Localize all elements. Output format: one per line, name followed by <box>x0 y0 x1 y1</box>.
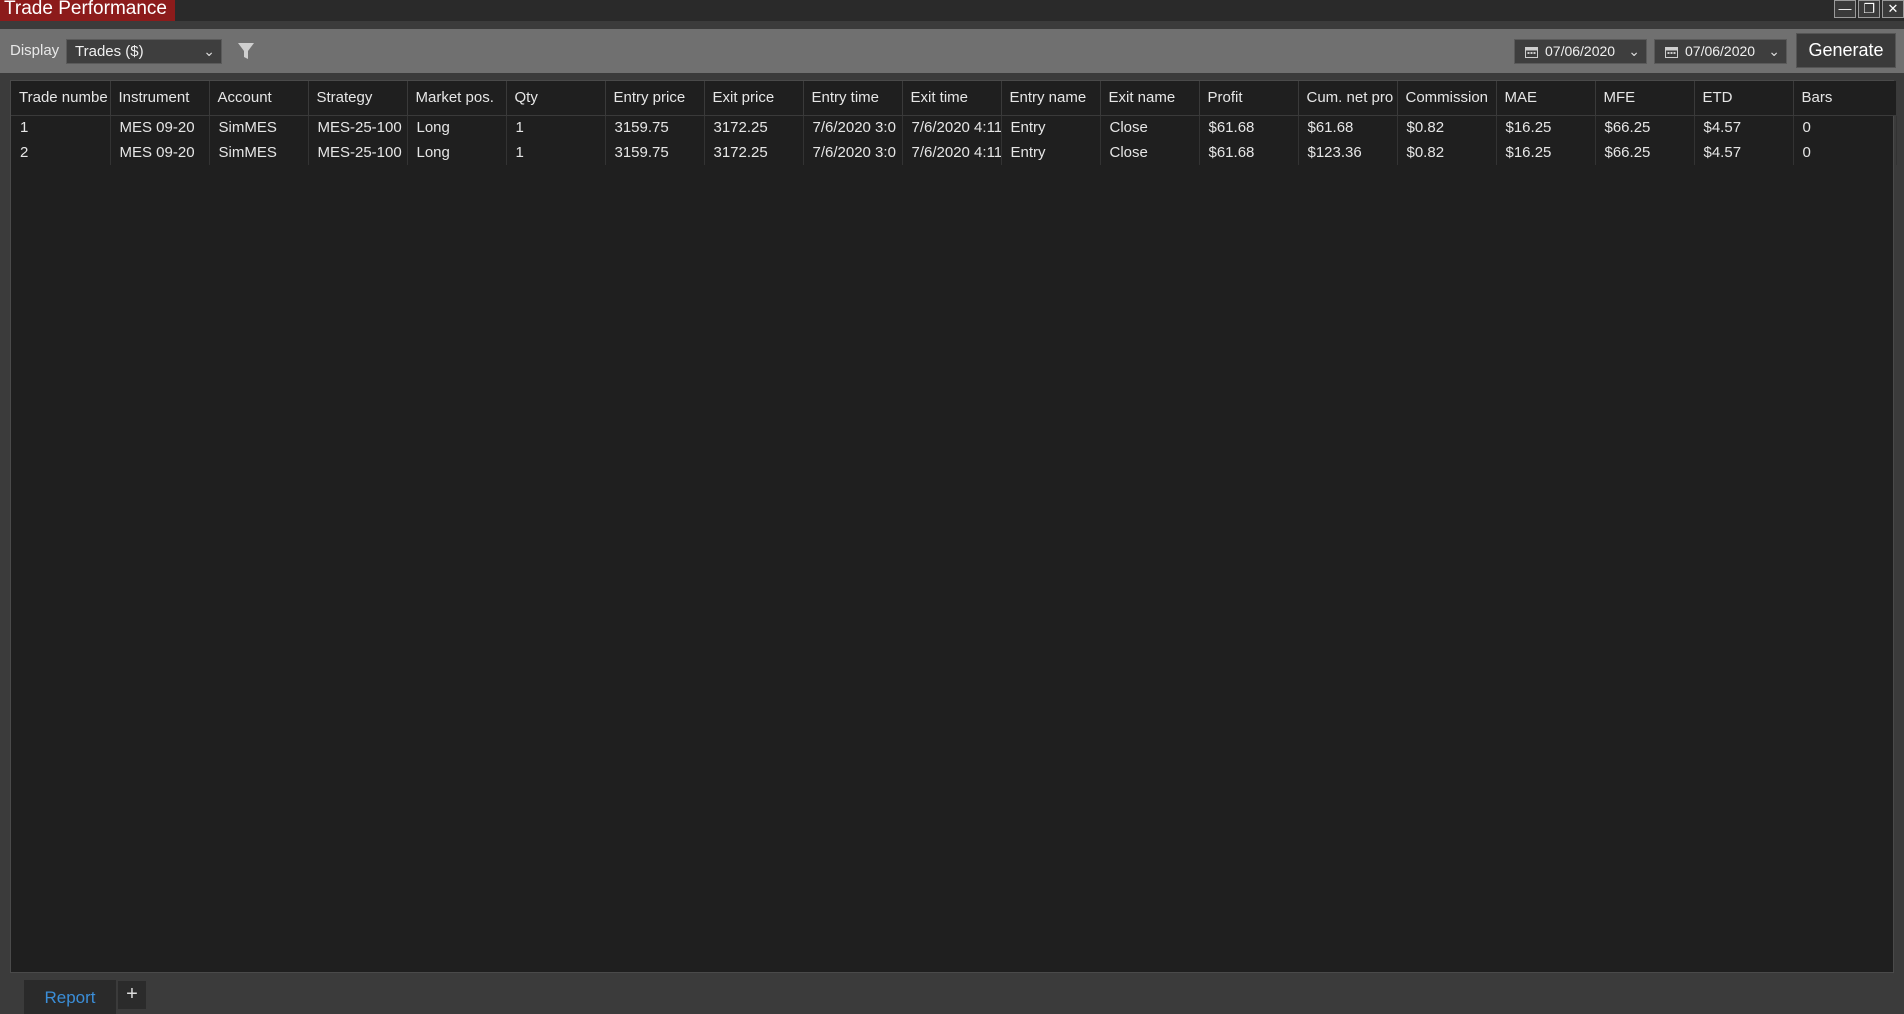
table-cell: MES-25-100 <box>308 140 408 165</box>
tab-report[interactable]: Report <box>24 980 116 1014</box>
display-select[interactable]: Trades ($) ⌄ <box>66 39 222 64</box>
table-cell: 1 <box>506 115 606 140</box>
column-header[interactable]: Market pos. <box>407 81 507 116</box>
to-date-select[interactable]: 07/06/2020 ⌄ <box>1654 39 1787 64</box>
table-cell: Close <box>1100 140 1200 165</box>
table-cell: 3172.25 <box>704 140 804 165</box>
table-cell: $66.25 <box>1595 140 1695 165</box>
table-row[interactable]: 2 MES 09-20 SimMES MES-25-100 Long 1 3159.75 31… <box>11 140 1897 165</box>
to-date-value: 07/06/2020 <box>1685 43 1756 59</box>
table-cell: MES-25-100 <box>308 115 408 140</box>
table-cell: $61.68 <box>1199 115 1299 140</box>
table-cell: $61.68 <box>1298 115 1398 140</box>
column-header[interactable]: Exit name <box>1100 81 1200 116</box>
table-cell: MES 09-20 <box>110 115 210 140</box>
column-header[interactable]: Cum. net pro <box>1298 81 1398 116</box>
trades-table: Trade numbe Instrument Account Strategy Mark… <box>11 81 1897 165</box>
table-cell: $16.25 <box>1496 140 1596 165</box>
table-cell: $66.25 <box>1595 115 1695 140</box>
calendar-icon <box>1665 47 1678 58</box>
filter-icon[interactable] <box>237 41 255 61</box>
table-body: 1 MES 09-20 SimMES MES-25-100 Long 1 3159.75 31… <box>11 115 1897 165</box>
table-cell: Close <box>1100 115 1200 140</box>
column-header[interactable]: MAE <box>1496 81 1596 116</box>
column-header[interactable]: Qty <box>506 81 606 116</box>
table-header-row: Trade numbe Instrument Account Strategy Mark… <box>11 81 1897 116</box>
chevron-down-icon: ⌄ <box>1628 43 1640 59</box>
calendar-icon <box>1525 47 1538 58</box>
table-cell: 7/6/2020 3:0 <box>803 115 903 140</box>
column-header[interactable]: Account <box>209 81 309 116</box>
title-bar: Trade Performance — ❐ ✕ <box>0 0 1904 21</box>
table-cell: 1 <box>11 115 111 140</box>
close-icon[interactable]: ✕ <box>1882 0 1904 18</box>
column-header[interactable]: Exit price <box>704 81 804 116</box>
table-cell: 2 <box>11 140 111 165</box>
table-cell: MES 09-20 <box>110 140 210 165</box>
column-header[interactable]: Commission <box>1397 81 1497 116</box>
column-header[interactable]: Entry price <box>605 81 705 116</box>
column-header[interactable]: Strategy <box>308 81 408 116</box>
column-header[interactable]: Exit time <box>902 81 1002 116</box>
chevron-down-icon: ⌄ <box>203 43 215 59</box>
from-date-select[interactable]: 07/06/2020 ⌄ <box>1514 39 1647 64</box>
minimize-icon[interactable]: — <box>1834 0 1856 18</box>
column-header[interactable]: Profit <box>1199 81 1299 116</box>
column-header[interactable]: Instrument <box>110 81 210 116</box>
table-cell: Entry <box>1001 115 1101 140</box>
table-row[interactable]: 1 MES 09-20 SimMES MES-25-100 Long 1 3159.75 31… <box>11 115 1897 140</box>
window-title: Trade Performance <box>0 0 175 21</box>
add-tab-button[interactable]: + <box>118 981 146 1009</box>
table-cell: 3159.75 <box>605 140 705 165</box>
table-cell: Long <box>407 140 507 165</box>
table-cell: 7/6/2020 4:11 <box>902 115 1002 140</box>
table-cell: 3159.75 <box>605 115 705 140</box>
table-cell: $0.82 <box>1397 140 1497 165</box>
column-header[interactable]: Entry name <box>1001 81 1101 116</box>
table-cell: $123.36 <box>1298 140 1398 165</box>
table-cell: $61.68 <box>1199 140 1299 165</box>
table-cell: $4.57 <box>1694 115 1794 140</box>
table-cell: Long <box>407 115 507 140</box>
column-header[interactable]: MFE <box>1595 81 1695 116</box>
chevron-down-icon: ⌄ <box>1768 43 1780 59</box>
table-cell: $16.25 <box>1496 115 1596 140</box>
column-header[interactable]: ETD <box>1694 81 1794 116</box>
column-header[interactable]: Entry time <box>803 81 903 116</box>
column-header[interactable]: Trade numbe <box>11 81 111 116</box>
tab-bar: Report + <box>0 978 1904 1014</box>
generate-button[interactable]: Generate <box>1796 33 1896 68</box>
table-cell: SimMES <box>209 140 309 165</box>
table-cell: 7/6/2020 3:0 <box>803 140 903 165</box>
table-cell: 0 <box>1793 140 1897 165</box>
restore-icon[interactable]: ❐ <box>1858 0 1880 18</box>
trades-grid: Trade numbe Instrument Account Strategy Mark… <box>10 80 1897 973</box>
window-controls: — ❐ ✕ <box>1834 0 1904 18</box>
table-cell: 3172.25 <box>704 115 804 140</box>
table-cell: 7/6/2020 4:11 <box>902 140 1002 165</box>
table-cell: $0.82 <box>1397 115 1497 140</box>
table-cell: Entry <box>1001 140 1101 165</box>
table-cell: $4.57 <box>1694 140 1794 165</box>
from-date-value: 07/06/2020 <box>1545 43 1616 59</box>
display-label: Display <box>10 42 60 59</box>
display-select-value: Trades ($) <box>75 43 144 60</box>
table-cell: 1 <box>506 140 606 165</box>
column-header[interactable]: Bars <box>1793 81 1897 116</box>
table-cell: SimMES <box>209 115 309 140</box>
toolbar: Display Trades ($) ⌄ 07/06/2020 ⌄ 07/06/… <box>0 29 1904 73</box>
table-cell: 0 <box>1793 115 1897 140</box>
